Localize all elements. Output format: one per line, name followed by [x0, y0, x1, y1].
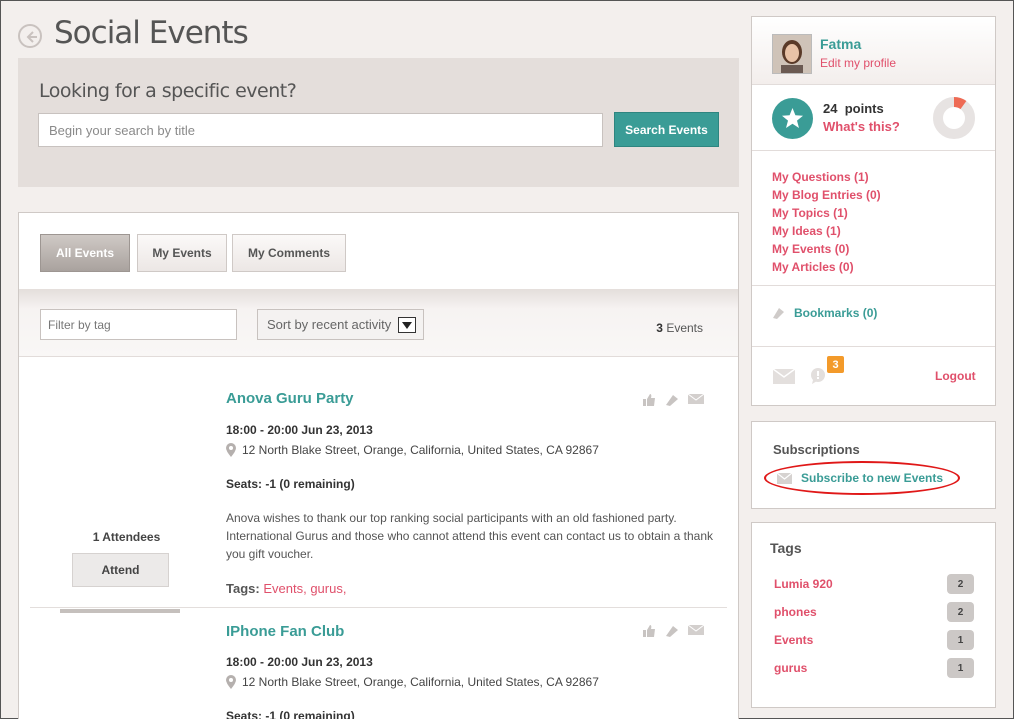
edit-profile-link[interactable]: Edit my profile	[820, 56, 896, 70]
tag-name[interactable]: Lumia 920	[774, 577, 833, 591]
tag-item[interactable]: phones 2	[774, 602, 974, 622]
my-ideas-link[interactable]: My Ideas (1)	[772, 222, 881, 240]
event-time: 18:00 - 20:00 Jun 23, 2013	[226, 423, 373, 437]
bookmark-icon[interactable]	[664, 393, 680, 407]
tab-my-events[interactable]: My Events	[137, 234, 227, 272]
tag-count-badge: 1	[947, 658, 974, 678]
search-events-button[interactable]: Search Events	[614, 112, 719, 147]
mail-icon[interactable]	[773, 369, 795, 384]
tag-item[interactable]: Lumia 920 2	[774, 574, 974, 594]
event-tag-link[interactable]: gurus,	[310, 581, 346, 596]
points-value: 24	[823, 101, 838, 116]
event-actions	[642, 393, 704, 407]
search-input[interactable]	[38, 113, 603, 147]
tag-count-badge: 2	[947, 602, 974, 622]
event-location-text: 12 North Blake Street, Orange, Californi…	[242, 443, 599, 457]
event-description: Anova wishes to thank our top ranking so…	[226, 511, 713, 561]
page-title: Social Events	[54, 15, 249, 51]
notification-icon[interactable]	[809, 367, 827, 385]
search-panel: Looking for a specific event? Search Eve…	[18, 58, 739, 187]
row-separator-bar	[60, 609, 180, 613]
subscriptions-card: Subscriptions Subscribe to new Events	[751, 421, 996, 509]
email-icon[interactable]	[688, 624, 704, 636]
attend-button[interactable]: Attend	[72, 553, 169, 587]
my-questions-link[interactable]: My Questions (1)	[772, 168, 881, 186]
tags-card: Tags Lumia 920 2 phones 2 Events 1 gurus…	[751, 522, 996, 708]
event-title[interactable]: Anova Guru Party	[226, 390, 354, 407]
event-title[interactable]: IPhone Fan Club	[226, 623, 344, 640]
event-seats: Seats: -1 (0 remaining)	[226, 477, 355, 491]
highlight-oval	[764, 461, 960, 495]
tag-name[interactable]: Events	[774, 633, 813, 647]
tags-title: Tags	[770, 540, 802, 556]
event-tag-link[interactable]: Events,	[263, 581, 306, 596]
points-display: 24 points	[823, 101, 884, 116]
events-count-number: 3	[656, 321, 663, 335]
back-arrow-icon[interactable]	[18, 24, 42, 48]
filter-bar: Sort by recent activity 3 Events	[19, 289, 738, 357]
like-icon[interactable]	[642, 393, 656, 407]
bookmarks-label: Bookmarks (0)	[794, 306, 878, 320]
subscriptions-title: Subscriptions	[773, 442, 860, 457]
profile-header: Fatma Edit my profile	[752, 17, 995, 85]
tag-name[interactable]: phones	[774, 605, 817, 619]
event-tags: Tags: Events, gurus,	[226, 581, 346, 596]
bookmark-icon	[773, 308, 784, 319]
divider	[752, 285, 995, 286]
event-attendees: 1 Attendees	[92, 530, 161, 544]
event-location: 12 North Blake Street, Orange, Californi…	[226, 675, 599, 689]
email-icon[interactable]	[688, 393, 704, 405]
events-count-label: Events	[666, 321, 703, 335]
sort-select[interactable]: Sort by recent activity	[257, 309, 424, 340]
tag-item[interactable]: gurus 1	[774, 658, 974, 678]
tag-count-badge: 1	[947, 630, 974, 650]
whats-this-link[interactable]: What's this?	[823, 119, 900, 134]
my-blog-entries-link[interactable]: My Blog Entries (0)	[772, 186, 881, 204]
events-panel: All Events My Events My Comments Sort by…	[18, 212, 739, 719]
event-tags-label: Tags:	[226, 581, 260, 596]
event-time: 18:00 - 20:00 Jun 23, 2013	[226, 655, 373, 669]
sort-select-value: Sort by recent activity	[267, 317, 392, 332]
row-divider	[30, 607, 727, 608]
profile-card: Fatma Edit my profile 24 points What's t…	[751, 16, 996, 406]
bookmarks-link[interactable]: Bookmarks (0)	[772, 306, 877, 320]
logout-link[interactable]: Logout	[935, 369, 976, 383]
event-actions	[642, 624, 704, 638]
events-count: 3 Events	[656, 321, 703, 335]
points-progress-ring	[933, 97, 975, 139]
my-topics-link[interactable]: My Topics (1)	[772, 204, 881, 222]
event-seats: Seats: -1 (0 remaining)	[226, 709, 355, 719]
divider	[752, 150, 995, 151]
search-heading: Looking for a specific event?	[39, 80, 297, 102]
divider	[752, 346, 995, 347]
event-location-text: 12 North Blake Street, Orange, Californi…	[242, 675, 599, 689]
location-pin-icon	[226, 443, 236, 457]
tab-all-events[interactable]: All Events	[40, 234, 130, 272]
star-icon	[772, 98, 813, 139]
points-label: points	[844, 101, 884, 116]
tag-name[interactable]: gurus	[774, 661, 807, 675]
filter-tag-input[interactable]	[40, 309, 237, 340]
like-icon[interactable]	[642, 624, 656, 638]
avatar[interactable]	[772, 34, 812, 74]
profile-name[interactable]: Fatma	[820, 36, 861, 52]
bookmark-icon[interactable]	[664, 624, 680, 638]
event-location: 12 North Blake Street, Orange, Californi…	[226, 443, 599, 457]
chevron-down-icon[interactable]	[398, 317, 416, 333]
tab-my-comments[interactable]: My Comments	[232, 234, 346, 272]
my-events-link[interactable]: My Events (0)	[772, 240, 881, 258]
tag-count-badge: 2	[947, 574, 974, 594]
my-activity-links: My Questions (1) My Blog Entries (0) My …	[772, 168, 881, 276]
notification-badge[interactable]: 3	[827, 356, 844, 373]
location-pin-icon	[226, 675, 236, 689]
my-articles-link[interactable]: My Articles (0)	[772, 258, 881, 276]
tag-item[interactable]: Events 1	[774, 630, 974, 650]
